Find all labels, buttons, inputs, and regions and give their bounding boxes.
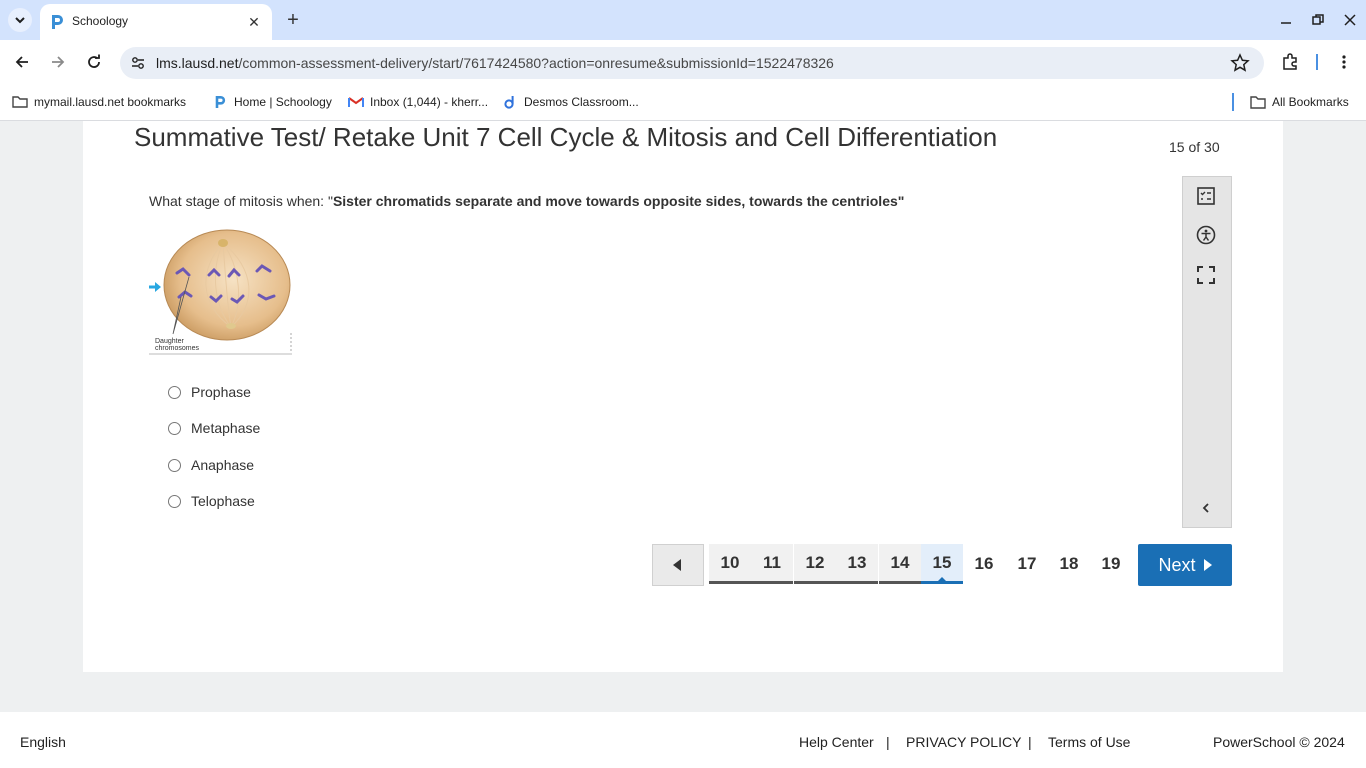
close-tab-icon[interactable]: ✕ bbox=[244, 12, 264, 32]
tools-panel bbox=[1182, 176, 1232, 528]
bookmark-label: Home | Schoology bbox=[234, 95, 332, 109]
page-button-12[interactable]: 12 bbox=[794, 544, 836, 584]
figure-label: Daughter bbox=[155, 338, 184, 345]
bookmark-label: Inbox (1,044) - kherr... bbox=[370, 95, 489, 109]
next-label: Next bbox=[1158, 554, 1196, 575]
choice-metaphase[interactable]: Metaphase bbox=[168, 418, 260, 438]
extensions-button[interactable] bbox=[1278, 50, 1302, 74]
all-bookmarks-label: All Bookmarks bbox=[1272, 95, 1349, 109]
choice-anaphase[interactable]: Anaphase bbox=[168, 455, 254, 475]
choice-prophase[interactable]: Prophase bbox=[168, 382, 251, 402]
tab-search-button[interactable] bbox=[8, 8, 32, 32]
chevron-left-icon bbox=[1202, 503, 1209, 513]
question-counter: 15 of 30 bbox=[1169, 139, 1220, 155]
fullscreen-button[interactable] bbox=[1195, 264, 1217, 286]
puzzle-icon bbox=[1283, 53, 1297, 70]
privacy-policy-link[interactable]: PRIVACY POLICY bbox=[906, 734, 1021, 750]
site-info-icon[interactable] bbox=[130, 55, 146, 71]
tab-strip: Schoology ✕ + bbox=[0, 0, 1366, 40]
terms-of-use-link[interactable]: Terms of Use bbox=[1048, 734, 1130, 750]
page-footer: English Help Center | PRIVACY POLICY | T… bbox=[0, 712, 1366, 768]
page-button-11[interactable]: 11 bbox=[751, 544, 793, 584]
reload-icon bbox=[88, 54, 100, 68]
bookmark-item[interactable]: mymail.lausd.net bookmarks bbox=[12, 93, 186, 111]
assessment-card: Summative Test/ Retake Unit 7 Cell Cycle… bbox=[83, 121, 1283, 672]
browser-tab[interactable]: Schoology ✕ bbox=[40, 4, 272, 40]
folder-icon bbox=[1250, 94, 1266, 110]
bookmark-manager-icon bbox=[12, 94, 28, 110]
footer-separator: | bbox=[886, 734, 890, 750]
address-bar[interactable]: lms.lausd.net/common-assessment-delivery… bbox=[120, 47, 1264, 79]
close-window-icon[interactable] bbox=[1338, 8, 1362, 32]
reload-button[interactable] bbox=[82, 50, 106, 74]
bookmark-item[interactable]: Home | Schoology bbox=[212, 93, 332, 111]
page-button-18[interactable]: 18 bbox=[1048, 544, 1090, 584]
tab-title: Schoology bbox=[72, 14, 129, 28]
bookmarks-bar: mymail.lausd.net bookmarks Home | School… bbox=[0, 84, 1366, 121]
language-selector[interactable]: English bbox=[20, 734, 66, 750]
page-button-13[interactable]: 13 bbox=[836, 544, 878, 584]
checklist-icon bbox=[1197, 187, 1215, 205]
arrow-left-icon bbox=[15, 56, 28, 68]
figure-label: chromosomes bbox=[155, 345, 199, 352]
radio-button[interactable] bbox=[168, 421, 181, 435]
page-button-10[interactable]: 10 bbox=[709, 544, 751, 584]
restore-icon[interactable] bbox=[1306, 8, 1330, 32]
url-text: lms.lausd.net/common-assessment-delivery… bbox=[156, 55, 834, 71]
desmos-icon bbox=[502, 94, 518, 110]
page-button-15[interactable]: 15 bbox=[921, 544, 963, 584]
browser-menu-button[interactable] bbox=[1332, 50, 1356, 74]
page-button-17[interactable]: 17 bbox=[1006, 544, 1048, 584]
all-bookmarks-button[interactable]: All Bookmarks bbox=[1250, 93, 1349, 111]
footer-separator: | bbox=[1028, 734, 1032, 750]
gmail-icon bbox=[348, 94, 364, 110]
bookmark-star-icon[interactable] bbox=[1230, 53, 1250, 73]
choice-label: Metaphase bbox=[191, 420, 261, 436]
caret-right-icon bbox=[1203, 559, 1212, 571]
schoology-icon bbox=[52, 15, 63, 29]
back-button[interactable] bbox=[10, 50, 34, 74]
accessibility-icon bbox=[1196, 225, 1216, 245]
bookmark-label: mymail.lausd.net bookmarks bbox=[34, 95, 187, 109]
question-list-button[interactable] bbox=[1195, 185, 1217, 207]
fullscreen-icon bbox=[1197, 266, 1215, 284]
anaphase-cell-image: Daughter chromosomes bbox=[149, 229, 292, 357]
new-tab-button[interactable]: + bbox=[282, 9, 304, 31]
choice-label: Telophase bbox=[191, 493, 255, 509]
radio-button[interactable] bbox=[168, 458, 181, 472]
radio-button[interactable] bbox=[168, 385, 181, 399]
bookmark-item[interactable]: Desmos Classroom... bbox=[502, 93, 639, 111]
next-button[interactable]: Next bbox=[1138, 544, 1232, 586]
bookmark-label: Desmos Classroom... bbox=[524, 95, 639, 109]
schoology-icon bbox=[212, 94, 228, 110]
current-indicator bbox=[937, 577, 947, 582]
question-text: What stage of mitosis when: "Sister chro… bbox=[149, 193, 905, 209]
toolbar-divider bbox=[1316, 54, 1318, 70]
arrow-right-icon bbox=[52, 56, 65, 68]
page-button-14[interactable]: 14 bbox=[879, 544, 921, 584]
help-center-link[interactable]: Help Center bbox=[799, 734, 874, 750]
choice-label: Anaphase bbox=[191, 457, 255, 473]
page-title: Summative Test/ Retake Unit 7 Cell Cycle… bbox=[134, 122, 998, 152]
copyright-text: PowerSchool © 2024 bbox=[1213, 734, 1345, 750]
choice-telophase[interactable]: Telophase bbox=[168, 491, 255, 511]
bookmark-item[interactable]: Inbox (1,044) - kherr... bbox=[348, 93, 488, 111]
choice-label: Prophase bbox=[191, 384, 251, 400]
caret-left-icon bbox=[673, 559, 681, 571]
previous-button[interactable] bbox=[652, 544, 704, 586]
forward-button[interactable] bbox=[46, 50, 70, 74]
page-button-16[interactable]: 16 bbox=[963, 544, 1005, 584]
bookmarks-divider bbox=[1232, 93, 1234, 111]
minimize-icon[interactable] bbox=[1274, 8, 1298, 32]
page-button-19[interactable]: 19 bbox=[1090, 544, 1132, 584]
radio-button[interactable] bbox=[168, 494, 181, 508]
accessibility-button[interactable] bbox=[1195, 224, 1217, 246]
chevron-down-icon bbox=[15, 17, 25, 24]
collapse-panel-button[interactable] bbox=[1195, 497, 1217, 519]
kebab-menu-icon bbox=[1342, 55, 1346, 69]
